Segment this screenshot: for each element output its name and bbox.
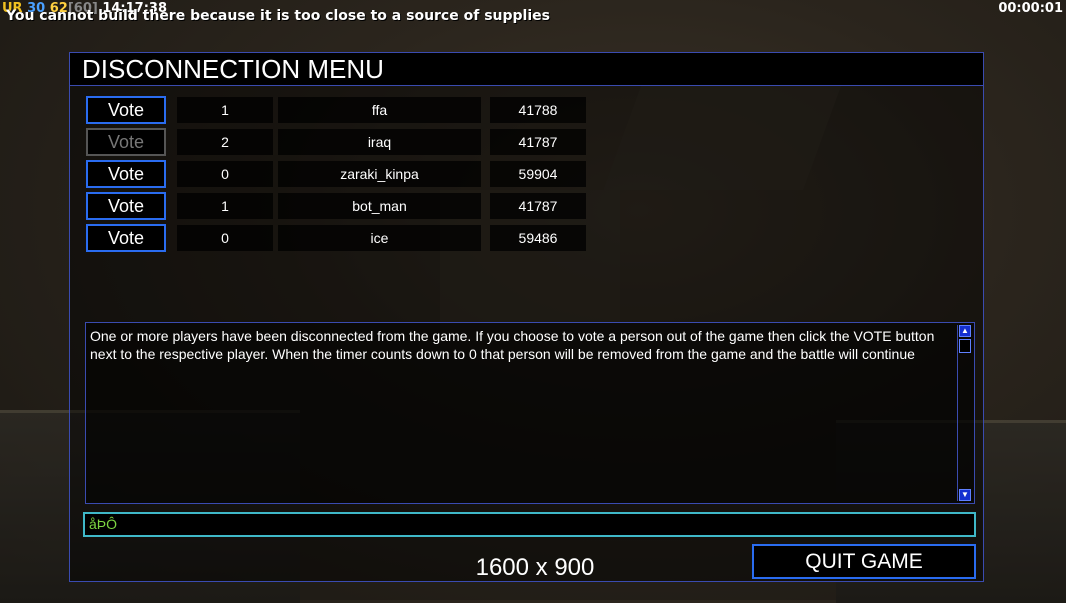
player-ping: 41787 — [490, 129, 586, 155]
vote-count: 0 — [177, 225, 273, 251]
resolution-label: 1600 x 900 — [475, 554, 595, 581]
vote-button[interactable]: Vote — [86, 224, 166, 252]
game-timer: 00:00:01 — [998, 1, 1063, 16]
player-ping: 41787 — [490, 193, 586, 219]
vote-count: 2 — [177, 129, 273, 155]
vote-count: 1 — [177, 193, 273, 219]
player-ping: 59486 — [490, 225, 586, 251]
player-name: zaraki_kinpa — [278, 161, 481, 187]
player-ping: 59904 — [490, 161, 586, 187]
vote-button[interactable]: Vote — [86, 192, 166, 220]
vote-button-disabled: Vote — [86, 128, 166, 156]
message-text: One or more players have been disconnect… — [90, 328, 935, 362]
vote-button[interactable]: Vote — [86, 160, 166, 188]
player-name: iraq — [278, 129, 481, 155]
vote-count: 0 — [177, 161, 273, 187]
menu-title: DISCONNECTION MENU — [70, 53, 983, 86]
game-message: You cannot build there because it is too… — [6, 8, 550, 24]
disconnection-menu: DISCONNECTION MENU Vote 1 ffa 41788 Vote… — [69, 52, 984, 582]
top-hud: UR 30 62[60] 14:17:38 You cannot build t… — [0, 0, 1066, 24]
chat-input[interactable]: åÞÔ — [83, 512, 976, 537]
vote-button[interactable]: Vote — [86, 96, 166, 124]
scrollbar[interactable]: ▲ ▼ — [957, 325, 972, 501]
scroll-down-icon[interactable]: ▼ — [959, 489, 971, 501]
scroll-thumb[interactable] — [959, 339, 971, 353]
player-name: bot_man — [278, 193, 481, 219]
scroll-up-icon[interactable]: ▲ — [959, 325, 971, 337]
message-box: One or more players have been disconnect… — [85, 322, 975, 504]
player-name: ice — [278, 225, 481, 251]
vote-count: 1 — [177, 97, 273, 123]
quit-game-button[interactable]: QUIT GAME — [752, 544, 976, 579]
player-ping: 41788 — [490, 97, 586, 123]
player-name: ffa — [278, 97, 481, 123]
